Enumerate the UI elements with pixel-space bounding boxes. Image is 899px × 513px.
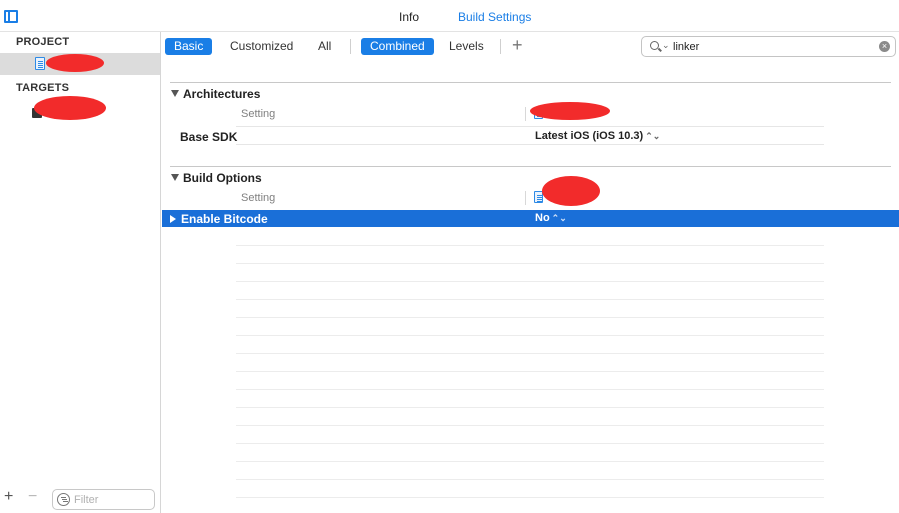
group-title: Build Options [183,171,262,185]
tab-build-settings[interactable]: Build Settings [458,10,531,24]
targets-heading: TARGETS [16,82,70,94]
column-header-setting: Setting [241,108,276,120]
group-title: Architectures [183,87,261,101]
setting-value[interactable]: Latest iOS (iOS 10.3) ⌃⌄ [535,130,660,142]
redaction-mark [530,102,610,120]
remove-target-button[interactable]: − [28,488,37,506]
sidebar-toggle-icon[interactable] [4,10,18,23]
filter-icon [57,493,70,506]
toolbar-divider [500,39,501,54]
sidebar-filter-input[interactable] [74,493,152,506]
redaction-mark [542,176,600,206]
search-icon [650,41,659,50]
chevron-down-icon[interactable]: ⌄ [662,40,670,51]
empty-row-divider [236,245,824,246]
editor-tab-bar: Info Build Settings [0,0,899,32]
sidebar-filter-field[interactable] [52,489,155,510]
empty-row-divider [236,335,824,336]
column-divider [525,107,526,121]
row-divider [236,144,824,145]
column-header-setting: Setting [241,192,276,204]
project-heading: PROJECT [16,36,70,48]
build-settings-toolbar: Basic Customized All Combined Levels + ⌄… [162,32,899,60]
disclosure-triangle-icon[interactable] [171,174,179,181]
add-target-button[interactable]: + [4,488,13,506]
group-divider [170,166,891,167]
project-file-icon [35,57,45,70]
empty-row-divider [236,407,824,408]
group-header-architectures[interactable]: Architectures [171,87,260,101]
filter-customized-button[interactable]: Customized [221,38,302,55]
empty-row-divider [236,389,824,390]
empty-row-divider [236,263,824,264]
empty-row-divider [236,371,824,372]
setting-name: Base SDK [180,130,238,144]
empty-row-divider [236,299,824,300]
empty-row-divider [236,461,824,462]
setting-name: Enable Bitcode [170,212,268,226]
sidebar-footer: + − [0,485,160,513]
group-divider [170,82,891,83]
setting-value[interactable]: No ⌃⌄ [535,212,567,224]
disclosure-triangle-icon[interactable] [170,215,176,223]
settings-search-field[interactable]: ⌄ × [641,36,896,57]
empty-row-divider [236,281,824,282]
view-levels-button[interactable]: Levels [440,38,493,55]
stepper-icon[interactable]: ⌃⌄ [645,131,660,142]
empty-row-divider [236,317,824,318]
empty-row-divider [236,497,824,498]
sidebar-item-target[interactable] [0,96,160,120]
setting-value-text: Latest iOS (iOS 10.3) [535,130,644,142]
view-combined-button[interactable]: Combined [361,38,434,55]
empty-row-divider [236,443,824,444]
column-divider [525,191,526,205]
toolbar-divider [350,39,351,54]
group-header-build-options[interactable]: Build Options [171,171,262,185]
stepper-icon[interactable]: ⌃⌄ [552,213,567,224]
build-settings-table: Architectures Setting Base SDK Latest iO… [162,60,899,513]
settings-search-input[interactable] [673,40,873,53]
empty-row-divider [236,479,824,480]
empty-row-divider [236,425,824,426]
filter-basic-button[interactable]: Basic [165,38,213,55]
filter-all-button[interactable]: All [309,38,340,55]
clear-search-icon[interactable]: × [879,41,890,52]
tab-info[interactable]: Info [399,10,419,24]
setting-name-text: Enable Bitcode [181,212,268,226]
setting-row-base-sdk[interactable]: Base SDK Latest iOS (iOS 10.3) ⌃⌄ [162,127,899,144]
redaction-mark [34,96,106,120]
sidebar-item-project[interactable] [0,53,160,75]
project-targets-sidebar: PROJECT TARGETS + − [0,32,161,513]
setting-value-text: No [535,212,550,224]
setting-row-enable-bitcode[interactable]: Enable Bitcode No ⌃⌄ [162,210,899,227]
disclosure-triangle-icon[interactable] [171,90,179,97]
empty-row-divider [236,353,824,354]
add-build-setting-button[interactable]: + [512,35,523,56]
redaction-mark [46,54,104,72]
